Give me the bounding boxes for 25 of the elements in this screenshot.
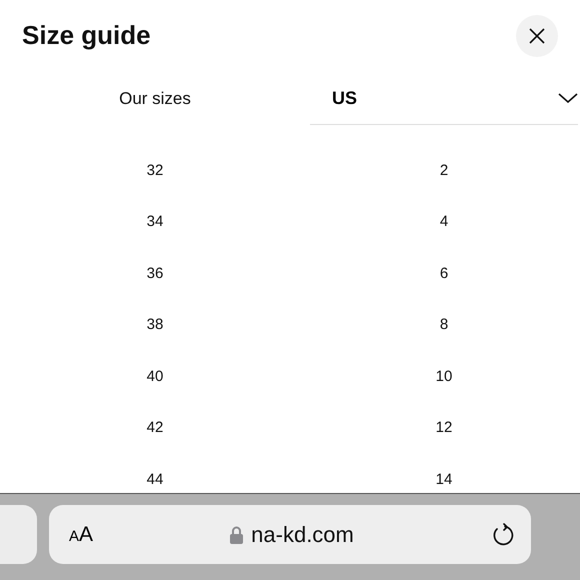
table-cell: 2: [440, 162, 448, 178]
table-cell: 8: [440, 316, 448, 333]
table-cell: 14: [436, 470, 452, 488]
close-icon: [529, 28, 545, 44]
close-button[interactable]: [516, 15, 558, 57]
address-bar[interactable]: AA na-kd.com: [49, 505, 531, 564]
table-cell: 12: [436, 419, 452, 436]
table-cell: 40: [146, 368, 164, 384]
chevron-down-icon: [558, 93, 578, 103]
table-cell: 38: [146, 316, 164, 333]
table-cell: 4: [440, 213, 448, 230]
reload-icon[interactable]: [491, 522, 515, 546]
table-cell: 44: [146, 470, 164, 488]
table-cell: 42: [146, 419, 164, 436]
size-system-dropdown[interactable]: US: [310, 72, 578, 125]
column-header: Our sizes: [119, 88, 191, 108]
table-cell: 32: [146, 162, 164, 178]
text-size-button[interactable]: AA: [69, 518, 94, 550]
dialog-title: Size guide: [22, 20, 151, 52]
table-cell: 36: [146, 264, 164, 282]
lock-icon: [230, 526, 244, 544]
table-cell: 6: [440, 264, 448, 282]
table-cell: 34: [146, 213, 164, 230]
table-cell: 10: [436, 368, 452, 384]
url-text: na-kd.com: [251, 521, 354, 549]
